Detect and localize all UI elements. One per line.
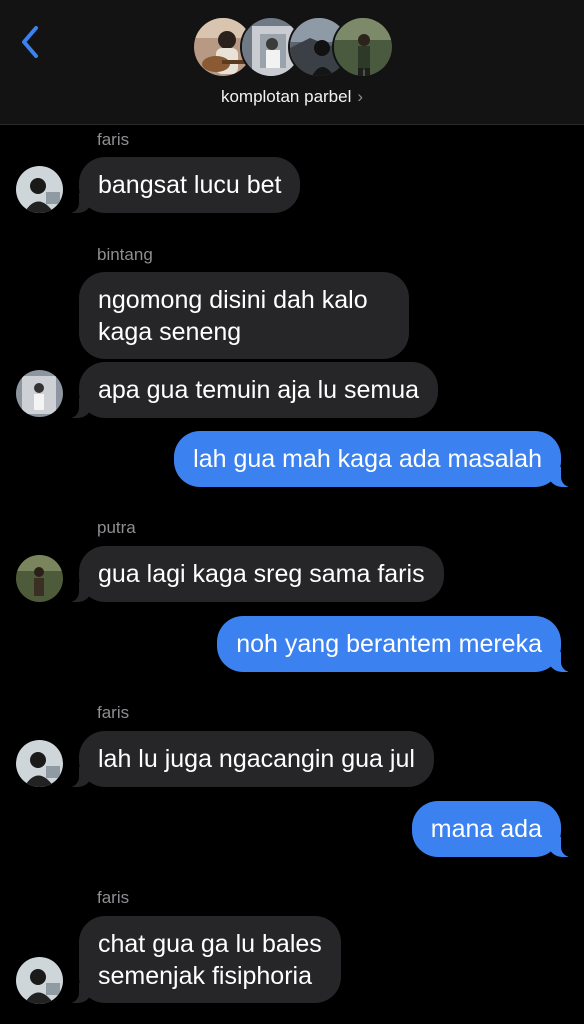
sender-avatar[interactable]: [16, 555, 63, 602]
message-text: gua lagi kaga sreg sama faris: [98, 560, 425, 588]
outgoing-message[interactable]: mana ada: [411, 801, 574, 857]
back-button[interactable]: [14, 22, 48, 62]
avatar: [332, 16, 394, 78]
outgoing-message[interactable]: noh yang berantem mereka: [217, 616, 573, 672]
sender-name: bintang: [97, 245, 153, 264]
message-text: noh yang berantem mereka: [236, 630, 542, 658]
sender-name: faris: [97, 703, 130, 722]
sender-avatar[interactable]: [16, 740, 63, 787]
chevron-left-icon: [22, 26, 38, 58]
message-text: bangsat lucu bet: [98, 171, 282, 199]
message-line: chat gua ga lu bales: [98, 930, 322, 958]
message-text: mana ada: [430, 815, 542, 843]
message-text: apa gua temuin aja lu semua: [98, 376, 420, 404]
group-title: komplotan parbel: [220, 87, 352, 106]
incoming-message[interactable]: gua lagi kaga sreg sama faris: [67, 546, 444, 602]
message-text: lah lu juga ngacangin gua jul: [98, 745, 415, 773]
group-avatars[interactable]: [192, 16, 394, 78]
chat-header: komplotan parbel ›: [0, 0, 584, 125]
outgoing-message[interactable]: lah gua mah kaga ada masalah: [174, 431, 573, 487]
group-name[interactable]: komplotan parbel ›: [0, 87, 584, 107]
message-line: ngomong disini dah kalo: [98, 286, 368, 314]
sender-avatar[interactable]: [16, 957, 63, 1004]
message-line: kaga seneng: [98, 318, 242, 346]
sender-name: faris: [97, 888, 130, 907]
incoming-message[interactable]: bangsat lucu bet: [66, 157, 301, 213]
sender-avatar[interactable]: [16, 166, 63, 213]
sender-name: putra: [97, 518, 136, 537]
message-line: semenjak fisiphoria: [98, 962, 312, 990]
incoming-message[interactable]: ngomong disini dah kalo kaga seneng: [79, 272, 409, 359]
message-text: lah gua mah kaga ada masalah: [193, 445, 542, 473]
sender-avatar[interactable]: [16, 370, 63, 417]
incoming-message[interactable]: apa gua temuin aja lu semua: [66, 362, 439, 418]
incoming-message[interactable]: chat gua ga lu bales semenjak fisiphoria: [67, 916, 341, 1003]
chevron-right-icon: ›: [357, 87, 364, 106]
sender-name: faris: [97, 130, 130, 149]
incoming-message[interactable]: lah lu juga ngacangin gua jul: [67, 731, 434, 787]
